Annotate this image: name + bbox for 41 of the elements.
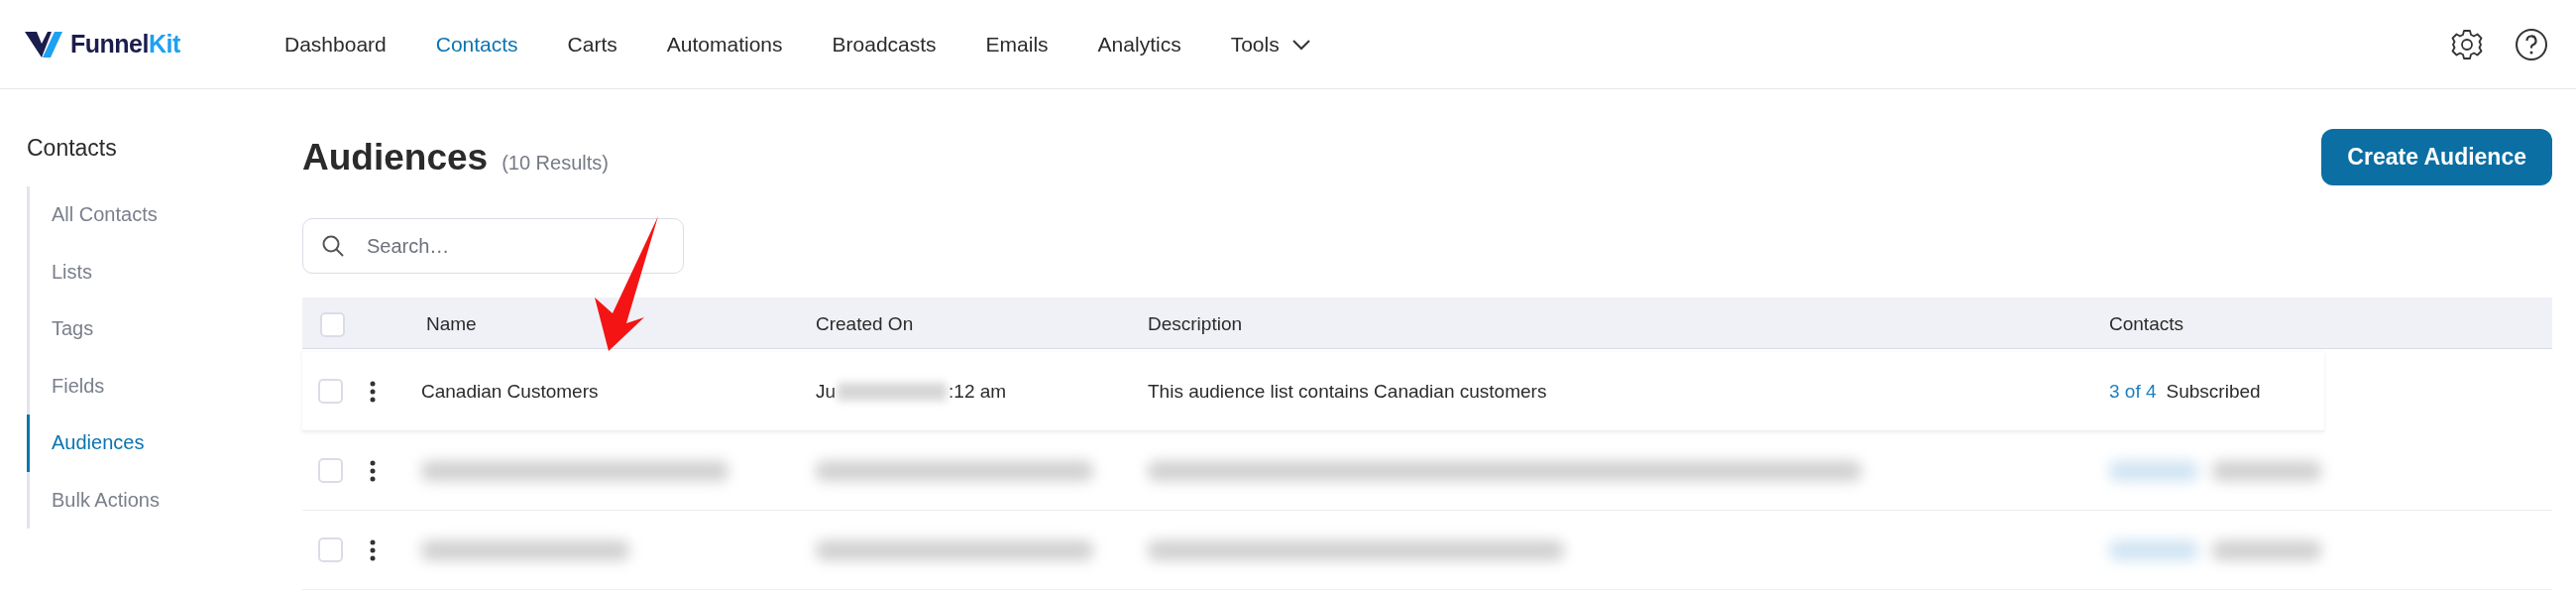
search-icon [321, 234, 345, 258]
contacts-count-link[interactable]: 3 of 4 [2109, 380, 2157, 403]
column-header: Name [426, 313, 478, 335]
sidebar-item[interactable]: Bulk Actions [27, 471, 276, 529]
sidebar-item[interactable]: Lists [27, 243, 276, 300]
search-field[interactable]: Search… [302, 218, 684, 274]
nav-tab[interactable]: Automations [641, 22, 808, 66]
row-checkbox[interactable] [318, 379, 343, 404]
nav-tab[interactable]: Contacts [410, 22, 543, 66]
nav-tab[interactable]: Carts [542, 22, 642, 66]
column-header: Contacts [2109, 313, 2184, 335]
audience-name[interactable]: Canadian Customers [421, 380, 816, 403]
more-options-icon[interactable] [370, 459, 376, 482]
sidebar-item[interactable]: Audiences [27, 415, 276, 472]
help-icon[interactable] [2515, 27, 2548, 61]
row-checkbox[interactable] [318, 458, 343, 483]
create-audience-button[interactable]: Create Audience [2321, 129, 2552, 185]
nav-tab[interactable]: Emails [960, 22, 1073, 66]
row-checkbox[interactable] [318, 537, 343, 562]
description-cell-text: This audience list contains Canadian customers [1148, 380, 1548, 403]
subscription-status: Subscribed [2166, 380, 2261, 403]
more-options-icon[interactable] [370, 538, 376, 561]
sidebar-item[interactable]: Fields [27, 357, 276, 415]
column-header: Description [1148, 313, 1244, 335]
sidebar-title: Contacts [27, 135, 118, 162]
page-title: Audiences [302, 136, 489, 178]
select-all-checkbox[interactable] [320, 311, 345, 337]
sidebar-item[interactable]: All Contacts [27, 186, 276, 244]
results-count: (10 Results) [502, 151, 609, 175]
settings-icon[interactable] [2451, 28, 2483, 60]
logo-icon [25, 29, 64, 59]
created-date: Ju :12 am [816, 380, 1008, 403]
chevron-down-icon [1290, 38, 1311, 51]
nav-tab[interactable]: Dashboard [261, 22, 411, 66]
nav-tab[interactable]: Tools [1205, 22, 1336, 66]
sidebar-item[interactable]: Tags [27, 300, 276, 358]
column-header: Created On [816, 313, 915, 335]
more-options-icon[interactable] [370, 380, 376, 403]
nav-tab[interactable]: Broadcasts [807, 22, 961, 66]
nav-tab[interactable]: Analytics [1072, 22, 1206, 66]
logo-text: FunnelKit [70, 30, 180, 59]
